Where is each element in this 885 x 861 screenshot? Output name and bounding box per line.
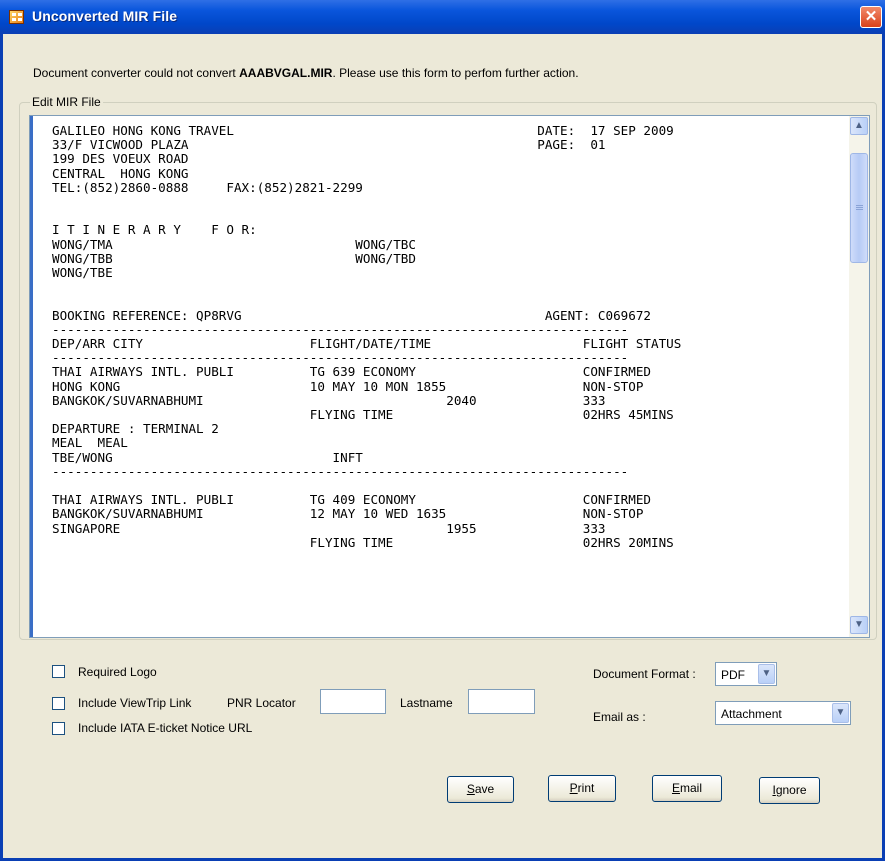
converter-message: Document converter could not convert AAA… (33, 66, 579, 80)
include-iata-label: Include IATA E-ticket Notice URL (78, 721, 253, 735)
email-button[interactable]: Email (652, 775, 722, 802)
pnr-locator-label: PNR Locator (227, 696, 296, 710)
scroll-up-icon[interactable]: ▲ (850, 117, 868, 135)
mir-text-editor[interactable]: GALILEO HONG KONG TRAVEL DATE: 17 SEP 20… (29, 115, 870, 638)
pnr-locator-input[interactable] (320, 689, 386, 714)
print-label: rint (577, 781, 595, 795)
email-as-value: Attachment (721, 707, 782, 721)
window-title: Unconverted MIR File (32, 8, 178, 24)
document-format-value: PDF (721, 668, 745, 682)
mir-text-area[interactable]: GALILEO HONG KONG TRAVEL DATE: 17 SEP 20… (30, 116, 852, 637)
email-as-select[interactable]: Attachment ▼ (715, 701, 851, 725)
include-iata-checkbox[interactable] (52, 722, 65, 735)
chevron-down-icon[interactable]: ▼ (758, 664, 775, 684)
lastname-label: Lastname (400, 696, 453, 710)
print-mnemonic: P (569, 781, 578, 795)
save-button[interactable]: Save (447, 776, 514, 803)
chevron-down-icon[interactable]: ▼ (832, 703, 849, 723)
vertical-scrollbar[interactable]: ▲ ▼ (849, 116, 869, 637)
required-logo-checkbox[interactable] (52, 665, 65, 678)
title-bar[interactable]: Unconverted MIR File ✕ (0, 0, 885, 34)
close-icon[interactable]: ✕ (860, 6, 882, 28)
include-viewtrip-checkbox[interactable] (52, 697, 65, 710)
app-icon (9, 10, 24, 24)
ignore-label: gnore (775, 783, 807, 797)
scroll-down-icon[interactable]: ▼ (850, 616, 868, 634)
print-button[interactable]: Print (548, 775, 616, 802)
required-logo-label: Required Logo (78, 665, 157, 679)
save-label: ave (474, 782, 495, 796)
lastname-input[interactable] (468, 689, 535, 714)
edit-mir-label: Edit MIR File (30, 95, 103, 109)
document-format-label: Document Format : (593, 667, 696, 681)
include-viewtrip-label: Include ViewTrip Link (78, 696, 192, 710)
email-as-label: Email as : (593, 710, 646, 724)
email-mnemonic: E (671, 781, 680, 795)
scroll-thumb[interactable] (850, 153, 868, 263)
message-prefix: Document converter could not convert (33, 66, 240, 80)
save-mnemonic: S (466, 782, 475, 796)
message-suffix: . Please use this form to perfom further… (332, 66, 579, 80)
mir-content[interactable]: GALILEO HONG KONG TRAVEL DATE: 17 SEP 20… (33, 116, 852, 550)
window-border-left (0, 34, 3, 861)
message-filename: AAABVGAL.MIR (239, 66, 333, 80)
email-label: mail (680, 781, 703, 795)
ignore-button[interactable]: Ignore (759, 777, 820, 804)
document-format-select[interactable]: PDF ▼ (715, 662, 777, 686)
